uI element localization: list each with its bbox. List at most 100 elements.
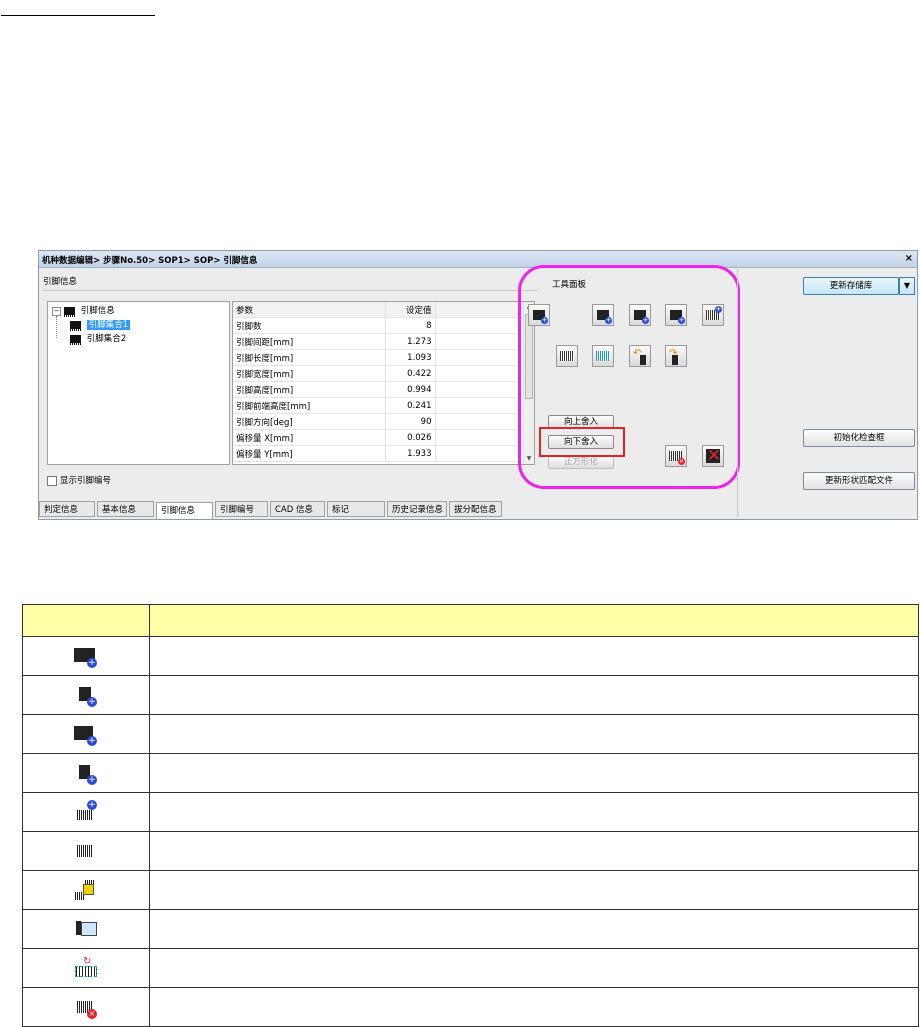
- legend-desc-cell: [149, 792, 919, 832]
- section-label: 引脚信息: [43, 277, 78, 287]
- legend-row: +: [22, 675, 919, 715]
- grid-cell: [434, 333, 525, 350]
- tab-history[interactable]: 历史记录信息: [387, 501, 447, 517]
- legend-row: +: [22, 636, 919, 676]
- tree-root-label: 引脚信息: [80, 306, 115, 316]
- param-value[interactable]: 0.994: [384, 381, 435, 398]
- legend-desc-cell: [149, 987, 919, 1027]
- legend-desc-cell: [149, 870, 919, 910]
- param-value[interactable]: 1.093: [384, 349, 435, 366]
- grid-row[interactable]: 引脚宽度[mm] 0.422: [233, 365, 525, 382]
- pin-group-icon: [64, 306, 75, 317]
- pin-set-icon: [70, 334, 81, 345]
- pin-position-icon: [70, 878, 102, 902]
- param-value[interactable]: 0.241: [384, 397, 435, 414]
- param-value[interactable]: 1.933: [384, 445, 435, 462]
- tab-mark[interactable]: 标记: [327, 501, 385, 517]
- col-header-param: 参数: [233, 302, 385, 318]
- show-pin-number-checkbox[interactable]: [47, 475, 57, 486]
- grid-row[interactable]: 偏移量 Y[mm] 1.933: [233, 445, 525, 462]
- init-checkbox-button[interactable]: 初始化检查框: [803, 429, 915, 447]
- tab-judgement[interactable]: 判定信息: [39, 501, 95, 517]
- legend-header-cell: [22, 604, 150, 637]
- grid-cell: [434, 429, 525, 446]
- param-value[interactable]: 0.422: [384, 365, 435, 382]
- grid-row[interactable]: 引脚数 8: [233, 317, 525, 334]
- param-value[interactable]: 0.026: [384, 429, 435, 446]
- legend-icon-cell: ×: [22, 987, 150, 1027]
- pin-info-window: 机种数据编辑> 步骤No.50> SOP1> SOP> 引脚信息 × 引脚信息 …: [38, 250, 918, 520]
- update-library-button[interactable]: 更新存储库: [803, 277, 899, 295]
- grid-row[interactable]: 引脚长度[mm] 1.093: [233, 349, 525, 366]
- pin-tree[interactable]: − 引脚信息 引脚集合1 引脚集合2: [47, 301, 230, 465]
- tab-pin-info[interactable]: 引脚信息: [156, 502, 213, 519]
- window-title: 机种数据编辑> 步骤No.50> SOP1> SOP> 引脚信息: [42, 256, 258, 266]
- pin-set-icon: [70, 839, 102, 863]
- panel-separator: [737, 267, 738, 517]
- tab-pin-assign[interactable]: 拔分配信息: [449, 501, 502, 517]
- pin-set-icon: [70, 320, 81, 331]
- param-name: 引脚长度[mm]: [233, 349, 385, 366]
- add-single-row-pins-icon: +: [70, 761, 102, 785]
- legend-desc-cell: [149, 714, 919, 754]
- tool-panel-highlight: [518, 265, 740, 489]
- legend-header-cell: [149, 604, 919, 637]
- icon-legend-table: + + + + + ↻ ×: [22, 604, 919, 1027]
- legend-desc-cell: [149, 753, 919, 793]
- legend-desc-cell: [149, 675, 919, 715]
- grid-row[interactable]: 引脚高度[mm] 0.994: [233, 381, 525, 398]
- legend-icon-cell: [22, 831, 150, 871]
- grid-row[interactable]: 引脚前端高度[mm] 0.241: [233, 397, 525, 414]
- legend-row: +: [22, 792, 919, 832]
- param-value[interactable]: 90: [384, 413, 435, 430]
- grid-cell: [434, 365, 525, 382]
- chevron-down-icon[interactable]: ▼: [899, 277, 915, 295]
- tree-item-pin-set-1[interactable]: 引脚集合1: [70, 319, 131, 331]
- legend-desc-cell: [149, 948, 919, 988]
- tab-basic[interactable]: 基本信息: [97, 501, 154, 517]
- page-top-rule: [1, 15, 155, 16]
- pin-property-grid[interactable]: 参数 设定值 引脚数 8 引脚间距[mm] 1.273 引脚长度[mm] 1.093 …: [232, 301, 535, 465]
- legend-icon-cell: [22, 870, 150, 910]
- show-pin-number-option[interactable]: 显示引脚编号: [47, 474, 111, 486]
- tree-item-pin-set-2[interactable]: 引脚集合2: [70, 333, 126, 345]
- close-icon[interactable]: ×: [905, 253, 913, 264]
- legend-icon-cell: ↻: [22, 948, 150, 988]
- grid-cell: [434, 413, 525, 430]
- grid-cell: [434, 397, 525, 414]
- legend-desc-cell: [149, 831, 919, 871]
- legend-icon-cell: +: [22, 714, 150, 754]
- legend-row: [22, 870, 919, 910]
- legend-header: [22, 604, 919, 637]
- delete-pin-icon: ×: [70, 995, 102, 1019]
- grid-cell: [434, 317, 525, 334]
- grid-row[interactable]: 引脚方向[deg] 90: [233, 413, 525, 430]
- pin-length-icon: [70, 917, 102, 941]
- legend-icon-cell: +: [22, 675, 150, 715]
- legend-row: +: [22, 753, 919, 793]
- param-name: 引脚方向[deg]: [233, 413, 385, 430]
- update-shape-file-button[interactable]: 更新形状匹配文件: [803, 472, 915, 490]
- legend-icon-cell: [22, 909, 150, 949]
- grid-row[interactable]: 偏移量 X[mm] 0.026: [233, 429, 525, 446]
- grid-cell: [434, 381, 525, 398]
- param-name: 偏移量 X[mm]: [233, 429, 385, 446]
- param-value[interactable]: 1.273: [384, 333, 435, 350]
- tree-item-label: 引脚集合2: [86, 334, 127, 344]
- col-header-value: 设定值: [384, 302, 435, 318]
- tab-pin-number[interactable]: 引脚编号: [215, 501, 268, 517]
- grid-row[interactable]: 引脚间距[mm] 1.273: [233, 333, 525, 350]
- collapse-icon[interactable]: −: [52, 307, 61, 316]
- title-bar: 机种数据编辑> 步骤No.50> SOP1> SOP> 引脚信息 ×: [39, 251, 917, 268]
- add-sop-pins-icon: +: [70, 683, 102, 707]
- add-pin-set-icon: +: [70, 800, 102, 824]
- param-name: 引脚高度[mm]: [233, 381, 385, 398]
- param-value[interactable]: 8: [384, 317, 435, 334]
- legend-icon-cell: +: [22, 792, 150, 832]
- grid-header: 参数 设定值: [233, 302, 525, 318]
- tree-root[interactable]: 引脚信息: [64, 305, 115, 317]
- tab-cad[interactable]: CAD 信息: [270, 501, 325, 517]
- legend-row: [22, 909, 919, 949]
- legend-icon-cell: +: [22, 636, 150, 676]
- legend-row: ↻: [22, 948, 919, 988]
